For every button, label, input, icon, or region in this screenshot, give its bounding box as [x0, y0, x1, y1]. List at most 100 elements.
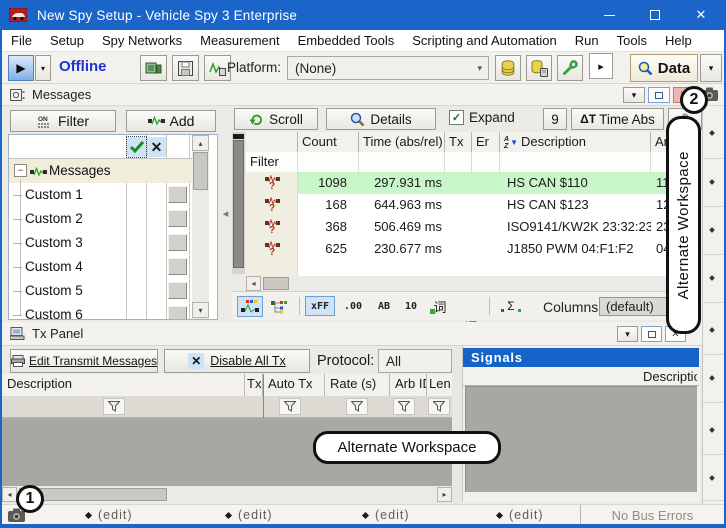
disable-all-tx-button[interactable]: ✕ Disable All Tx [164, 349, 310, 373]
tx-column-auto-tx[interactable]: Auto Tx [263, 374, 325, 396]
deselect-all-button[interactable]: ✕ [147, 137, 166, 157]
show-panel-button[interactable]: ▸ [589, 53, 613, 79]
hex-format-button[interactable]: xFF [305, 296, 335, 316]
database-device-button[interactable] [526, 55, 552, 81]
messages-pane-menu-button[interactable]: ▾ [623, 87, 645, 103]
column-header-time[interactable]: Time (abs/rel) [359, 132, 445, 152]
tx-column-rate[interactable]: Rate (s) [325, 374, 390, 396]
filter-toggle-button[interactable]: ON Filter [10, 110, 116, 132]
scrollbar-thumb[interactable] [263, 277, 289, 290]
platform-select[interactable]: (None) ▾ [287, 56, 489, 80]
status-edit-link[interactable]: (edit) [98, 508, 132, 522]
message-row[interactable]: ? 625 230.677 ms J1850 PWM 04:F1:F2 04 F [246, 238, 700, 260]
scroll-right-button[interactable]: ▸ [437, 487, 452, 502]
details-mode-button[interactable]: Details [326, 108, 436, 130]
tx-hscrollbar[interactable]: ◂ ▸ [2, 487, 452, 502]
tx-column-arb-id[interactable]: Arb ID [390, 374, 427, 396]
tree-view-button[interactable] [267, 296, 293, 317]
tx-column-description[interactable]: Description [2, 374, 245, 396]
messages-pane-restore-button[interactable] [648, 87, 670, 103]
menu-scripting-automation[interactable]: Scripting and Automation [403, 33, 566, 48]
filter-funnel-button[interactable] [103, 398, 125, 415]
add-message-button[interactable]: Add [126, 110, 216, 132]
columns-preset-select[interactable]: (default) [599, 297, 671, 316]
interpret-message-button[interactable]: 词 [428, 296, 452, 316]
filter-funnel-button[interactable] [393, 398, 415, 415]
scroll-left-button[interactable]: ◂ [246, 276, 261, 291]
menu-setup[interactable]: Setup [41, 33, 93, 48]
status-edit-link[interactable]: (edit) [509, 508, 543, 522]
edit-transmit-messages-button[interactable]: Edit Transmit Messages [10, 349, 158, 373]
filter-funnel-button[interactable] [346, 398, 368, 415]
tree-row-custom5[interactable]: Custom 5 [9, 279, 192, 303]
menu-spy-networks[interactable]: Spy Networks [93, 33, 191, 48]
signals-column-header[interactable]: Description [463, 367, 699, 386]
minimize-button[interactable] [586, 0, 632, 30]
menu-embedded-tools[interactable]: Embedded Tools [289, 33, 404, 48]
tx-pane-menu-button[interactable]: ▾ [617, 326, 638, 342]
scroll-up-button[interactable]: ▴ [192, 135, 209, 151]
message-row[interactable]: ? 368 506.469 ms ISO9141/KW2K 23:32:23 2… [246, 216, 700, 238]
collapse-icon[interactable]: − [14, 164, 27, 177]
time-abs-button[interactable]: ΔT Time Abs [571, 108, 664, 130]
tree-row-messages[interactable]: − Messages [9, 159, 192, 183]
scroll-left-button[interactable]: ◂ [2, 487, 17, 502]
run-play-button[interactable]: ▶ [8, 55, 34, 81]
menu-run[interactable]: Run [566, 33, 608, 48]
menu-tools[interactable]: Tools [608, 33, 656, 48]
ascii-format-button[interactable]: AB [372, 298, 396, 314]
messages-grid-filter-row[interactable]: Filter [246, 152, 700, 173]
tools-wrench-button[interactable] [557, 55, 583, 81]
scrollbar-thumb[interactable] [193, 152, 208, 190]
tx-column-len[interactable]: Len [427, 374, 452, 396]
binary-format-button[interactable]: 10 [400, 298, 422, 314]
column-header-er[interactable]: Er [472, 132, 500, 152]
tree-row-option-button[interactable] [168, 234, 187, 251]
tx-pane-restore-button[interactable] [641, 326, 662, 342]
checkbox-checked-icon[interactable]: ✓ [449, 110, 464, 125]
scroll-down-button[interactable]: ▾ [192, 302, 209, 318]
protocol-select[interactable]: All [378, 349, 452, 373]
column-header-tx[interactable]: Tx [445, 132, 472, 152]
tree-row-custom6[interactable]: Custom 6 [9, 303, 192, 320]
tree-row-custom2[interactable]: Custom 2 [9, 207, 192, 231]
tree-row-custom4[interactable]: Custom 4 [9, 255, 192, 279]
base-9-button[interactable]: 9 [543, 108, 567, 130]
select-all-checkbox[interactable] [127, 137, 146, 157]
panel-splitter-collapse[interactable]: ◂ [220, 200, 231, 226]
tree-row-custom1[interactable]: Custom 1 [9, 183, 192, 207]
database-button[interactable] [495, 55, 521, 81]
scroll-mode-button[interactable]: Scroll [234, 108, 318, 130]
decimal-format-button[interactable]: .00 [340, 298, 366, 314]
menu-measurement[interactable]: Measurement [191, 33, 288, 48]
tree-scrollbar[interactable]: ▴ ▾ [192, 135, 209, 319]
tree-row-custom3[interactable]: Custom 3 [9, 231, 192, 255]
messages-grid-vscrollbar[interactable] [232, 132, 245, 274]
alternate-workspace-tab-strip[interactable] [702, 106, 724, 524]
scrollbar-thumb[interactable] [233, 140, 244, 268]
menu-help[interactable]: Help [656, 33, 701, 48]
tx-column-tx[interactable]: Tx [245, 374, 263, 396]
ecu-tool-button[interactable] [140, 55, 167, 81]
status-edit-link[interactable]: (edit) [238, 508, 272, 522]
column-header-icon[interactable] [246, 132, 298, 152]
tree-row-option-button[interactable] [168, 306, 187, 320]
totals-sigma-button[interactable]: Σ [498, 296, 524, 316]
data-dropdown-button[interactable]: ▾ [700, 54, 722, 82]
signals-splitter[interactable] [452, 346, 462, 504]
messages-grid-hscrollbar[interactable]: ◂ ▸ [246, 276, 700, 291]
status-edit-link[interactable]: (edit) [375, 508, 409, 522]
save-button[interactable] [172, 55, 199, 81]
tree-row-option-button[interactable] [168, 210, 187, 227]
column-header-description[interactable]: AZ▼Description [500, 132, 651, 152]
tree-row-option-button[interactable] [168, 186, 187, 203]
tree-row-option-button[interactable] [168, 258, 187, 275]
tree-row-option-button[interactable] [168, 282, 187, 299]
filter-funnel-button[interactable] [279, 398, 301, 415]
close-button[interactable]: ✕ [678, 0, 724, 30]
menu-file[interactable]: File [2, 33, 41, 48]
network-view-button[interactable] [237, 296, 263, 317]
message-row[interactable]: ? 1098 297.931 ms HS CAN $110 110 [246, 172, 700, 194]
maximize-button[interactable] [632, 0, 678, 30]
data-view-button[interactable]: Data [630, 54, 698, 82]
